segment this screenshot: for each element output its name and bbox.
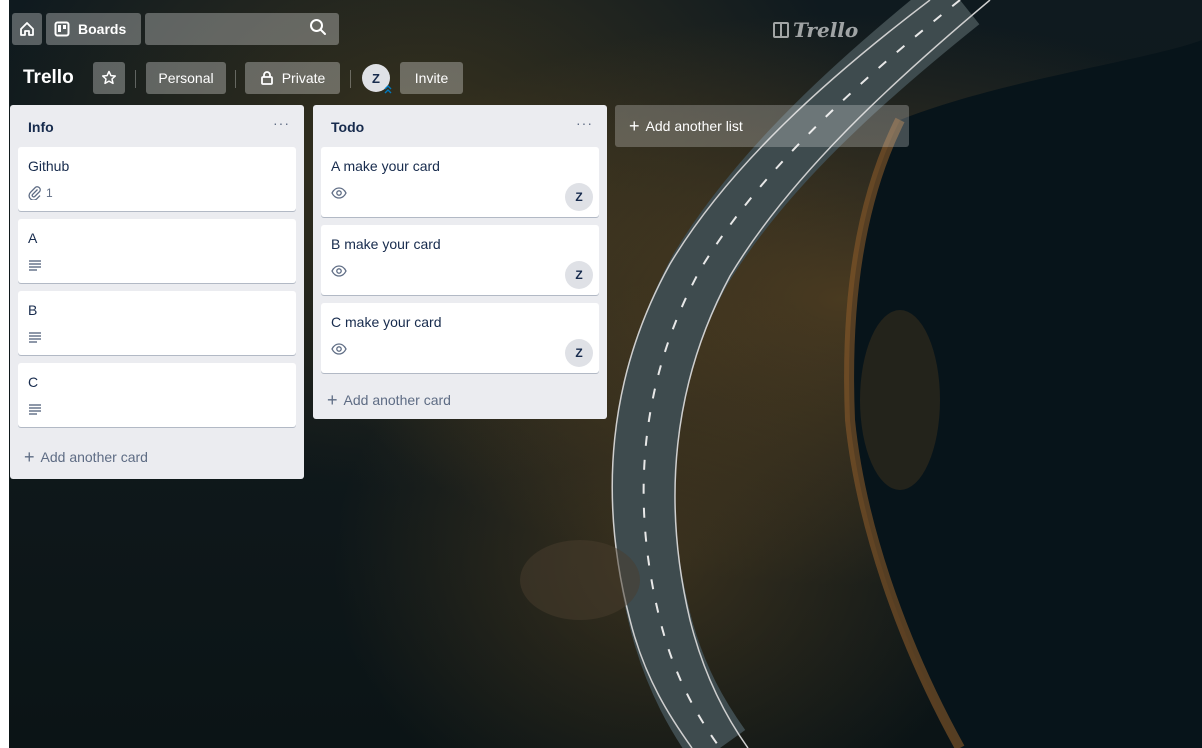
admin-chevron-icon	[384, 85, 392, 94]
add-card-label: Add another card	[40, 449, 148, 465]
card-badges	[28, 327, 286, 347]
trello-logo-icon	[773, 22, 789, 38]
list-header: Info ···	[18, 105, 296, 147]
description-icon	[29, 260, 41, 271]
add-card-button[interactable]: + Add another card	[18, 435, 296, 479]
card-member-avatar[interactable]: Z	[565, 183, 593, 211]
add-list-button[interactable]: + Add another list	[615, 105, 909, 147]
description-icon	[29, 404, 41, 415]
watch-icon	[331, 343, 347, 355]
list-info: Info ··· Github 1 A B C + Add another ca…	[10, 105, 304, 479]
card-title: A make your card	[331, 158, 440, 174]
card-badges: 1	[28, 183, 286, 203]
card-c-make-your-card[interactable]: C make your card Z	[321, 303, 599, 373]
separator	[135, 70, 136, 88]
attachment-icon	[28, 186, 41, 200]
star-icon	[101, 70, 117, 85]
separator	[235, 70, 236, 88]
star-button[interactable]	[93, 62, 125, 94]
card-a[interactable]: A	[18, 219, 296, 283]
card-badges	[331, 183, 589, 203]
board-header: Trello Personal Private Z Invite	[9, 60, 1202, 96]
card-b-make-your-card[interactable]: B make your card Z	[321, 225, 599, 295]
invite-button[interactable]: Invite	[400, 62, 463, 94]
card-badges	[331, 261, 589, 281]
search-icon[interactable]	[309, 18, 327, 36]
list-menu-button[interactable]: ···	[576, 115, 593, 131]
card-title: C	[28, 374, 39, 390]
watch-icon	[331, 265, 347, 277]
separator	[350, 70, 351, 88]
visibility-button[interactable]: Private	[245, 62, 340, 94]
logo-text: Trello	[793, 18, 859, 42]
plus-icon: +	[629, 116, 640, 136]
card-member-avatar[interactable]: Z	[565, 339, 593, 367]
card-c[interactable]: C	[18, 363, 296, 427]
card-member-avatar[interactable]: Z	[565, 261, 593, 289]
visibility-label: Private	[281, 70, 326, 86]
list-header: Todo ···	[321, 105, 599, 147]
boards-button[interactable]: Boards	[46, 13, 141, 45]
list-todo: Todo ··· A make your card Z B make your …	[313, 105, 607, 419]
plus-icon: +	[24, 447, 35, 467]
description-icon	[29, 332, 41, 343]
add-list-label: Add another list	[645, 118, 743, 134]
card-badges	[28, 399, 286, 419]
boards-label: Boards	[78, 21, 127, 37]
list-title[interactable]: Info	[28, 119, 54, 135]
card-a-make-your-card[interactable]: A make your card Z	[321, 147, 599, 217]
list-menu-button[interactable]: ···	[273, 115, 290, 131]
member-avatar[interactable]: Z	[362, 64, 392, 94]
personal-button[interactable]: Personal	[146, 62, 226, 94]
window-edge	[0, 0, 9, 748]
top-navigation: Boards Trello	[9, 10, 1202, 48]
card-badges	[28, 255, 286, 275]
card-badges	[331, 339, 589, 359]
card-b[interactable]: B	[18, 291, 296, 355]
card-github[interactable]: Github 1	[18, 147, 296, 211]
trello-logo[interactable]: Trello	[773, 18, 858, 42]
add-card-button[interactable]: + Add another card	[321, 381, 599, 419]
card-title: C make your card	[331, 314, 442, 330]
list-title[interactable]: Todo	[331, 119, 364, 135]
attachment-count: 1	[46, 186, 53, 200]
home-icon	[20, 22, 34, 36]
lock-icon	[260, 71, 273, 85]
member-initial: Z	[372, 70, 380, 86]
boards-icon	[54, 21, 70, 37]
card-title: A	[28, 230, 38, 246]
watch-icon	[331, 187, 347, 199]
card-title: B make your card	[331, 236, 441, 252]
card-title: B	[28, 302, 38, 318]
add-card-label: Add another card	[343, 392, 451, 408]
card-title: Github	[28, 158, 70, 174]
home-button[interactable]	[12, 13, 42, 45]
plus-icon: +	[327, 390, 338, 410]
board-title[interactable]: Trello	[23, 67, 74, 89]
